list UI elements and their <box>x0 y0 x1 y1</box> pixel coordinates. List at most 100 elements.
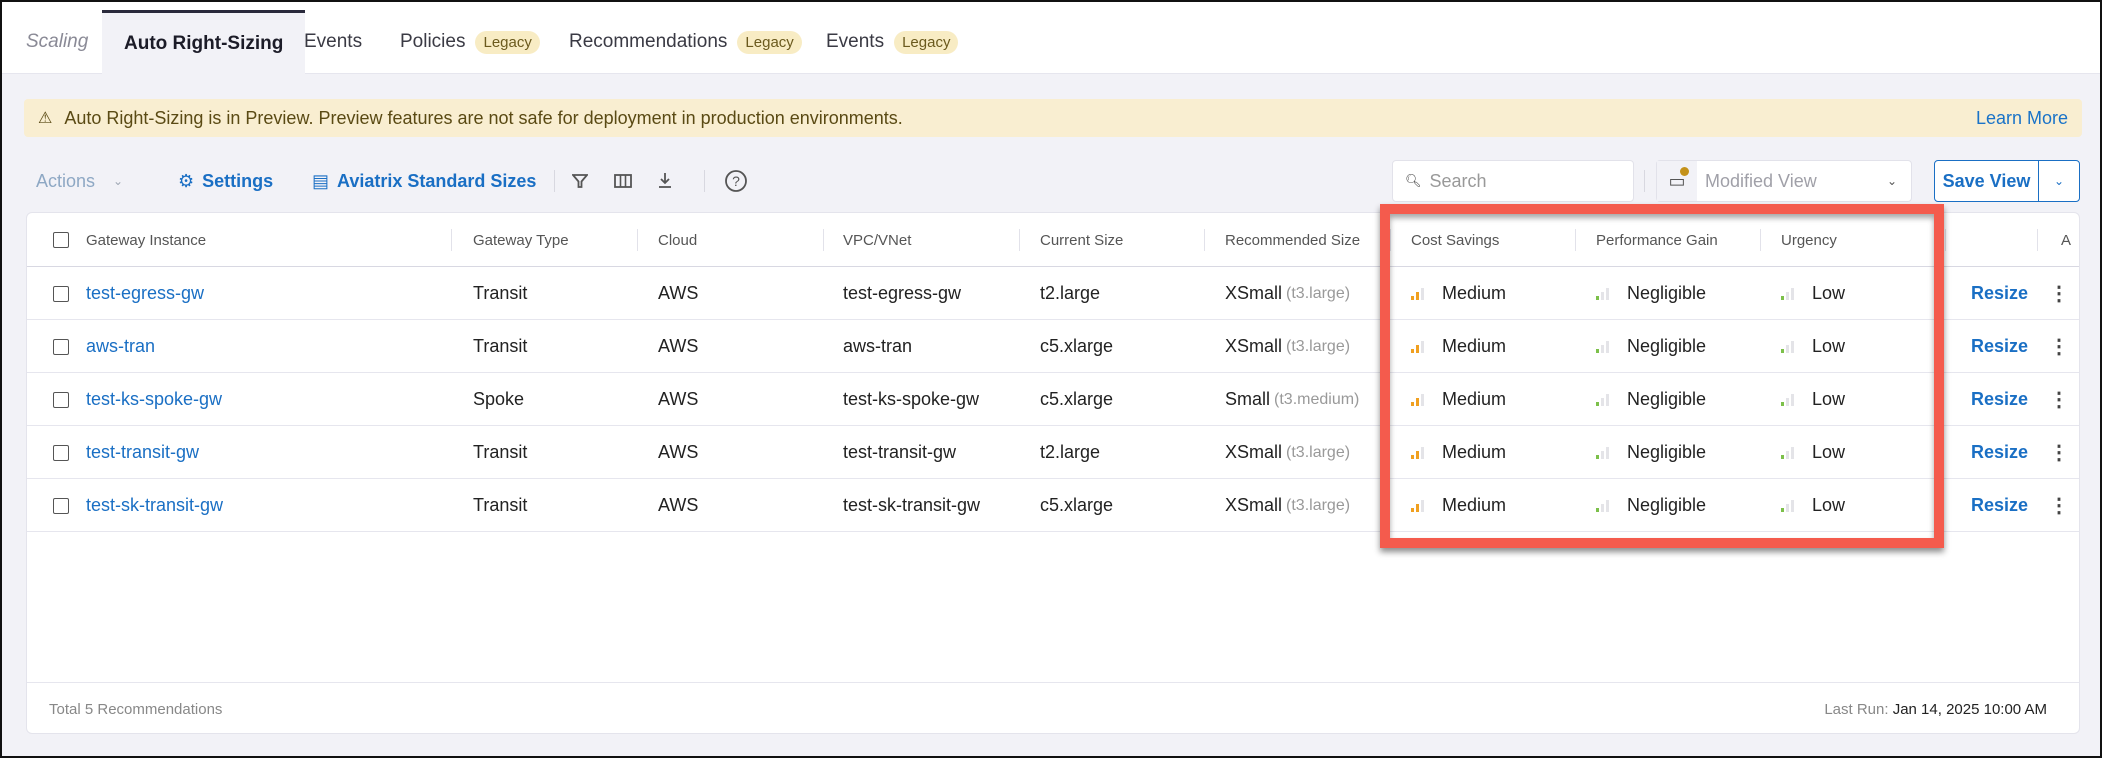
gateway-instance-link[interactable]: test-transit-gw <box>86 426 199 479</box>
gateway-instance-link[interactable]: test-ks-spoke-gw <box>86 373 222 426</box>
search-icon: 🔍︎ <box>1405 173 1422 188</box>
performance-gain-value: Negligible <box>1627 389 1707 409</box>
gateway-type: Transit <box>473 495 528 515</box>
row-checkbox[interactable] <box>53 426 69 479</box>
more-options-icon[interactable]: ⋮ <box>2049 267 2069 320</box>
col-performance-gain[interactable]: Performance Gain <box>1596 213 1718 267</box>
legacy-badge: Legacy <box>475 30 540 54</box>
save-view-dropdown[interactable]: ⌄ <box>2039 174 2079 188</box>
resize-button[interactable]: Resize <box>1971 320 2028 373</box>
filter-icon[interactable] <box>566 167 594 195</box>
tab-policies-legacy[interactable]: Policies Legacy <box>378 10 562 74</box>
signal-bar <box>1596 507 1599 512</box>
column-resizer[interactable] <box>637 229 638 251</box>
signal-bars-icon <box>1596 499 1609 512</box>
columns-icon[interactable] <box>609 167 637 195</box>
svg-text:?: ? <box>732 173 740 189</box>
urgency-value: Low <box>1812 495 1846 515</box>
col-vpc-vnet[interactable]: VPC/VNet <box>843 213 911 267</box>
view-selector[interactable]: ▭ Modified View ⌄ <box>1656 160 1912 202</box>
signal-bar <box>1601 450 1604 459</box>
tab-label: Events <box>826 31 885 52</box>
col-urgency[interactable]: Urgency <box>1781 213 1837 267</box>
signal-bar <box>1596 401 1599 406</box>
column-resizer[interactable] <box>1019 229 1020 251</box>
more-options-icon[interactable]: ⋮ <box>2049 320 2069 373</box>
tab-events-legacy[interactable]: Events Legacy <box>804 10 980 74</box>
column-resizer[interactable] <box>1760 229 1761 251</box>
row-checkbox[interactable] <box>53 267 69 320</box>
column-resizer[interactable] <box>2037 229 2038 251</box>
help-icon[interactable]: ? <box>722 167 750 195</box>
resize-button[interactable]: Resize <box>1971 373 2028 426</box>
settings-label: Settings <box>202 170 274 191</box>
performance-gain: Negligible <box>1596 267 1706 320</box>
column-resizer[interactable] <box>1945 229 1946 251</box>
row-checkbox[interactable] <box>53 320 69 373</box>
resize-button[interactable]: Resize <box>1971 267 2028 320</box>
table-row[interactable]: aws-tran Transit AWS aws-tran c5.xlarge XSmal… <box>27 320 2079 373</box>
more-options-icon[interactable]: ⋮ <box>2049 373 2069 426</box>
col-gateway-instance[interactable]: Gateway Instance <box>86 213 206 267</box>
recommended-instance: (t3.large) <box>1286 443 1351 461</box>
learn-more-link[interactable]: Learn More <box>1976 108 2068 129</box>
table-row[interactable]: test-ks-spoke-gw Spoke AWS test-ks-spoke-gw… <box>27 373 2079 426</box>
column-resizer[interactable] <box>1390 229 1391 251</box>
col-cloud[interactable]: Cloud <box>658 213 697 267</box>
current-size: c5.xlarge <box>1040 495 1114 515</box>
table-row[interactable]: test-egress-gw Transit AWS test-egress-gw t2… <box>27 267 2079 320</box>
col-cost-savings[interactable]: Cost Savings <box>1411 213 1499 267</box>
performance-gain-value: Negligible <box>1627 283 1707 303</box>
column-resizer[interactable] <box>451 229 452 251</box>
row-checkbox[interactable] <box>53 373 69 426</box>
col-current-size[interactable]: Current Size <box>1040 213 1123 267</box>
gateway-type: Spoke <box>473 389 525 409</box>
urgency-value: Low <box>1812 389 1846 409</box>
select-all-checkbox[interactable] <box>53 213 69 267</box>
performance-gain: Negligible <box>1596 426 1706 479</box>
standard-sizes-button[interactable]: ▤ Aviatrix Standard Sizes <box>312 160 536 202</box>
more-options-icon[interactable]: ⋮ <box>2049 479 2069 532</box>
resize-button[interactable]: Resize <box>1971 479 2028 532</box>
recommended-size-name: XSmall <box>1225 442 1283 462</box>
gateway-instance-link[interactable]: test-egress-gw <box>86 267 204 320</box>
actions-dropdown[interactable]: Actions ⌄ <box>36 160 123 202</box>
signal-bar <box>1791 340 1794 353</box>
col-gateway-type[interactable]: Gateway Type <box>473 213 569 267</box>
column-resizer[interactable] <box>1204 229 1205 251</box>
legacy-badge: Legacy <box>737 30 802 54</box>
gateway-type: Transit <box>473 283 528 303</box>
more-options-icon[interactable]: ⋮ <box>2049 426 2069 479</box>
download-icon[interactable] <box>651 167 679 195</box>
col-recommended-size[interactable]: Recommended Size <box>1225 213 1360 267</box>
table-row[interactable]: test-transit-gw Transit AWS test-transit-gw… <box>27 426 2079 479</box>
gateway-instance-link[interactable]: test-sk-transit-gw <box>86 479 223 532</box>
signal-bar <box>1416 291 1419 300</box>
preview-banner: ⚠ Auto Right-Sizing is in Preview. Previ… <box>24 99 2082 137</box>
save-view-button[interactable]: Save View <box>1935 161 2039 201</box>
signal-bar <box>1596 454 1599 459</box>
recommended-size-name: XSmall <box>1225 283 1283 303</box>
column-resizer[interactable] <box>1575 229 1576 251</box>
resize-button[interactable]: Resize <box>1971 426 2028 479</box>
tab-events[interactable]: Events <box>282 10 384 74</box>
table-row[interactable]: test-sk-transit-gw Transit AWS test-sk-tran… <box>27 479 2079 532</box>
table-header: Gateway Instance Gateway Type Cloud VPC/… <box>27 213 2079 267</box>
tab-recommendations-legacy[interactable]: Recommendations Legacy <box>547 10 824 74</box>
recommended-size-name: XSmall <box>1225 495 1283 515</box>
column-resizer[interactable] <box>823 229 824 251</box>
toolbar-divider <box>704 170 705 192</box>
signal-bars-icon <box>1781 499 1794 512</box>
search-input[interactable]: 🔍︎ Search <box>1392 160 1634 202</box>
tab-auto-right-sizing[interactable]: Auto Right-Sizing <box>102 10 306 74</box>
recommended-size: Small (t3.medium) <box>1225 373 1359 426</box>
toolbar-divider <box>1644 170 1645 192</box>
col-actions[interactable]: A <box>2061 213 2071 267</box>
gateway-instance-link[interactable]: aws-tran <box>86 320 155 373</box>
settings-button[interactable]: ⚙ Settings <box>178 160 273 202</box>
performance-gain: Negligible <box>1596 479 1706 532</box>
total-count: Total 5 Recommendations <box>49 700 223 718</box>
row-checkbox[interactable] <box>53 479 69 532</box>
standard-sizes-label: Aviatrix Standard Sizes <box>337 170 537 191</box>
urgency: Low <box>1781 426 1845 479</box>
